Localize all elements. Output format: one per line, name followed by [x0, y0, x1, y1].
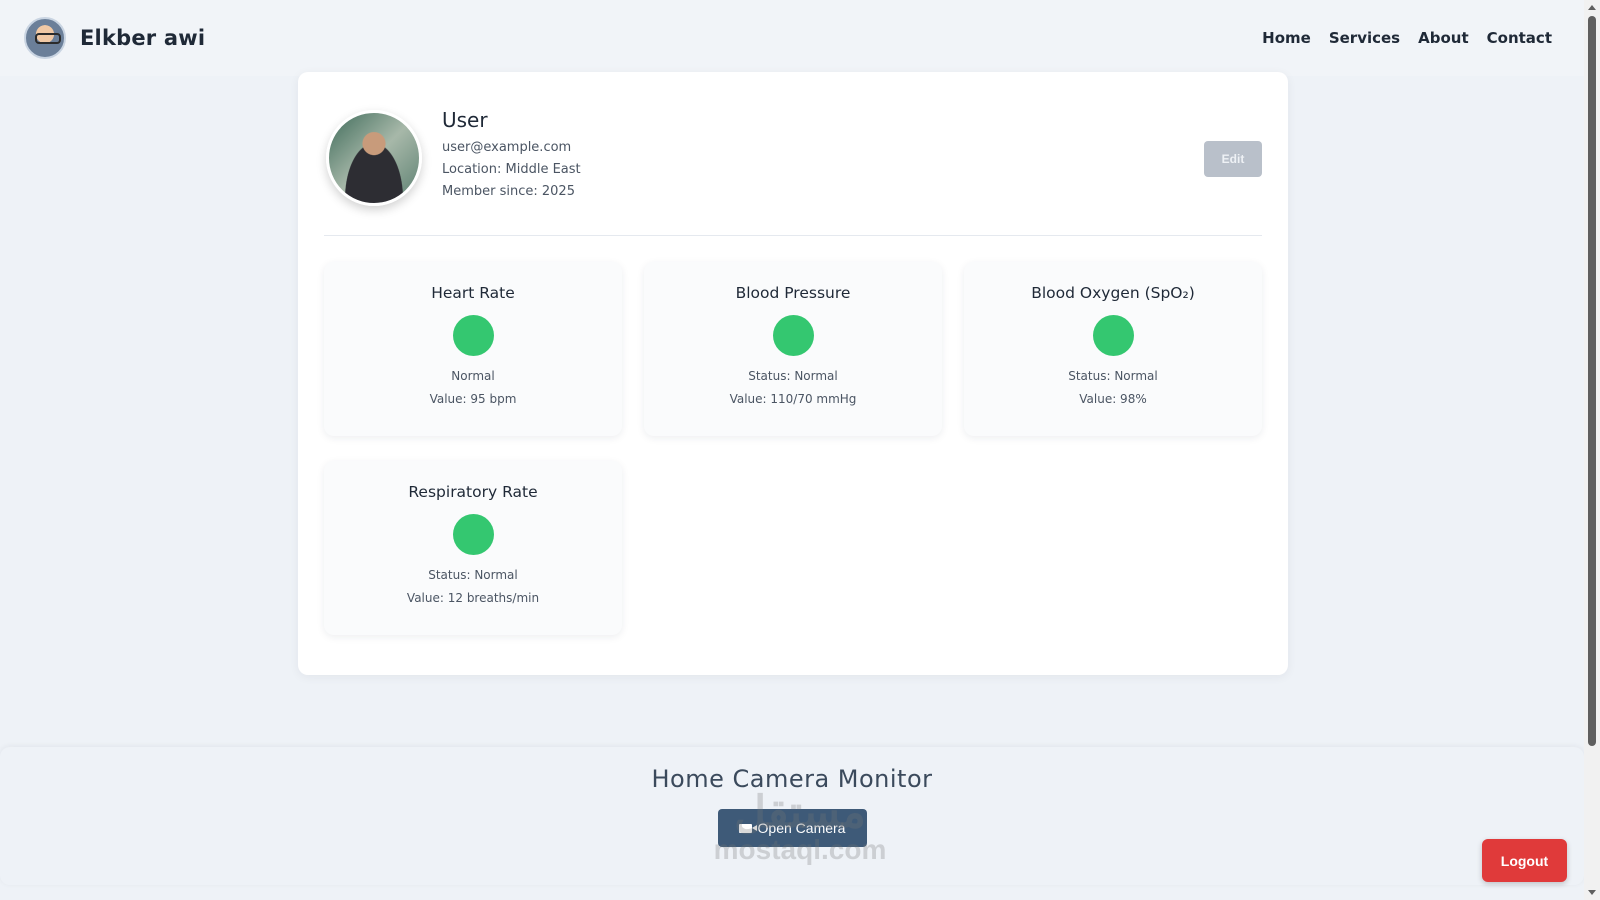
brand-name[interactable]: Elkber awi	[80, 26, 205, 50]
vital-value: Value: 12 breaths/min	[406, 591, 540, 605]
status-indicator-icon	[452, 315, 494, 356]
vital-status: Status: Normal	[1068, 369, 1158, 383]
vital-status: Normal	[451, 369, 495, 383]
vital-title: Respiratory Rate	[408, 483, 538, 501]
scroll-thumb[interactable]	[1588, 16, 1596, 746]
status-indicator-icon	[772, 315, 814, 356]
main-nav: Home Services About Contact	[1262, 29, 1552, 47]
brand[interactable]: Elkber awi	[24, 17, 205, 59]
user-name: User	[442, 108, 488, 132]
avatar	[326, 110, 422, 206]
scroll-up-arrow-icon[interactable]	[1588, 5, 1596, 10]
video-camera-icon	[738, 823, 757, 833]
user-location: Location: Middle East	[442, 162, 581, 177]
nav-about[interactable]: About	[1418, 29, 1469, 47]
vital-card-blood-pressure: Blood Pressure Status: Normal Value: 110…	[644, 262, 942, 436]
vital-value: Value: 110/70 mmHg	[729, 392, 857, 406]
vital-status: Status: Normal	[428, 568, 518, 582]
open-camera-label: Open Camera	[757, 820, 846, 836]
camera-monitor-section: Home Camera Monitor Open Camera	[0, 747, 1584, 885]
open-camera-button[interactable]: Open Camera	[717, 809, 867, 847]
brand-logo-icon[interactable]	[24, 17, 66, 59]
nav-contact[interactable]: Contact	[1487, 29, 1552, 47]
edit-button[interactable]: Edit	[1204, 141, 1262, 177]
vital-value: Value: 98%	[1079, 392, 1147, 406]
divider	[324, 235, 1262, 236]
logout-button[interactable]: Logout	[1482, 839, 1567, 882]
user-member-since: Member since: 2025	[442, 184, 575, 199]
nav-services[interactable]: Services	[1329, 29, 1400, 47]
status-indicator-icon	[1092, 315, 1134, 356]
camera-title: Home Camera Monitor	[651, 765, 933, 793]
vital-value: Value: 95 bpm	[429, 392, 517, 406]
profile-card: User user@example.com Location: Middle E…	[298, 72, 1288, 675]
site-header: Elkber awi Home Services About Contact	[0, 0, 1584, 76]
scrollbar[interactable]	[1584, 0, 1600, 900]
vital-card-heart-rate: Heart Rate Normal Value: 95 bpm	[324, 262, 622, 436]
vital-card-blood-oxygen: Blood Oxygen (SpO₂) Status: Normal Value…	[964, 262, 1262, 436]
scroll-down-arrow-icon[interactable]	[1588, 890, 1596, 895]
user-email: user@example.com	[442, 140, 572, 155]
nav-home[interactable]: Home	[1262, 29, 1311, 47]
vital-title: Heart Rate	[431, 284, 515, 302]
user-info: User user@example.com Location: Middle E…	[442, 108, 581, 206]
status-indicator-icon	[452, 514, 494, 555]
vital-title: Blood Oxygen (SpO₂)	[1031, 284, 1195, 302]
vital-card-respiratory-rate: Respiratory Rate Status: Normal Value: 1…	[324, 461, 622, 635]
vital-status: Status: Normal	[748, 369, 838, 383]
vital-title: Blood Pressure	[735, 284, 851, 302]
